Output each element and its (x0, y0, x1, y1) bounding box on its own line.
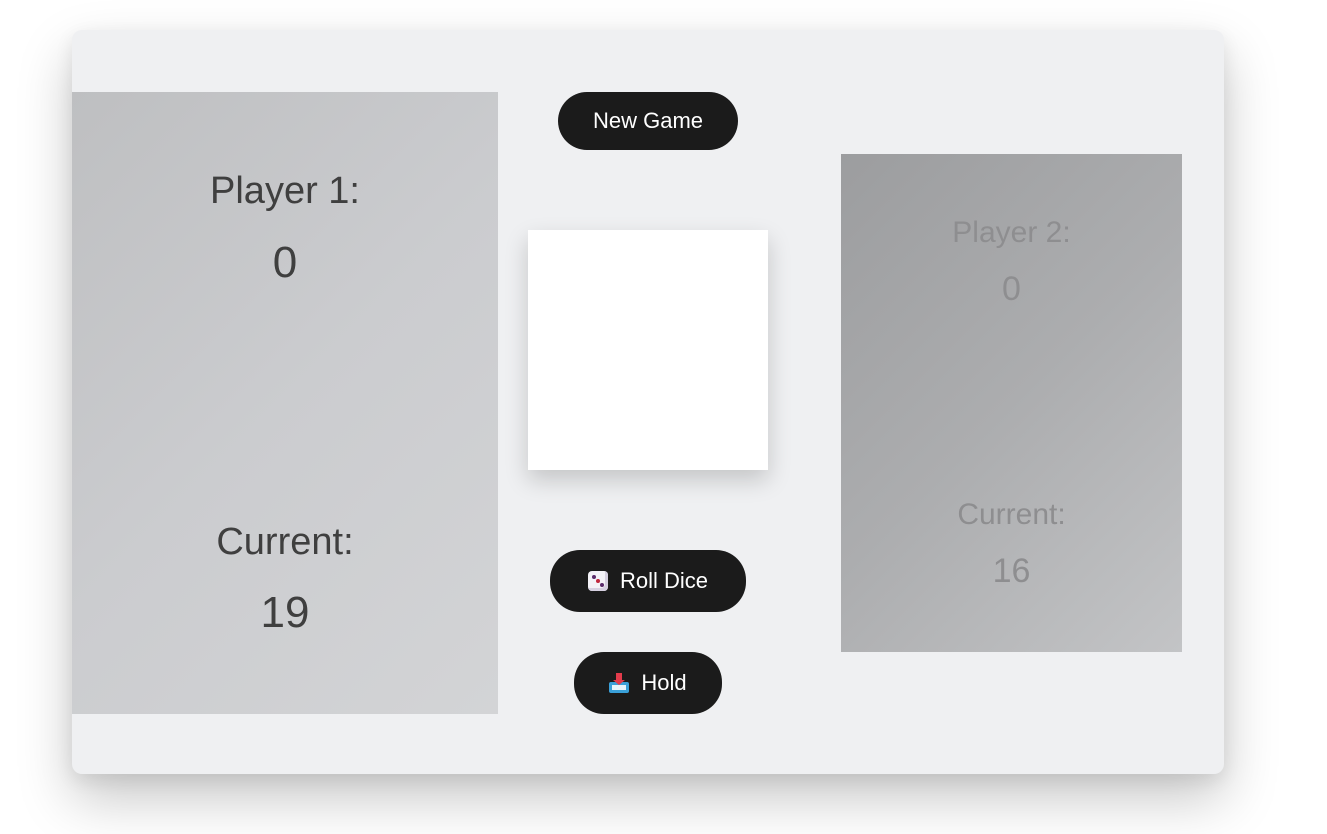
player-2-name: Player 2: (952, 216, 1071, 249)
dice-icon (587, 571, 608, 591)
player-1-panel: Player 1: 0 Current: 19 (72, 92, 498, 714)
player-1-name: Player 1: (210, 170, 360, 212)
new-game-button[interactable]: New Game (558, 92, 738, 150)
roll-dice-label: Roll Dice (619, 568, 709, 593)
player-2-current-score: 16 (992, 552, 1031, 590)
hold-button[interactable]: Hold (574, 652, 722, 714)
inbox-tray-icon (609, 673, 630, 693)
dice-display (528, 230, 768, 470)
player-2-panel: Player 2: 0 Current: 16 (841, 154, 1182, 652)
player-1-score: 0 (272, 238, 298, 287)
player-2-current-label: Current: (957, 498, 1066, 531)
player-1-current-label: Current: (216, 521, 354, 563)
player-1-current-score: 19 (260, 588, 310, 637)
game-board: Player 1: 0 Current: 19 New Game Roll Di… (72, 30, 1224, 774)
hold-label: Hold (641, 670, 687, 695)
roll-dice-button[interactable]: Roll Dice (550, 550, 746, 612)
player-2-score: 0 (1002, 270, 1021, 308)
new-game-label: New Game (592, 108, 704, 133)
